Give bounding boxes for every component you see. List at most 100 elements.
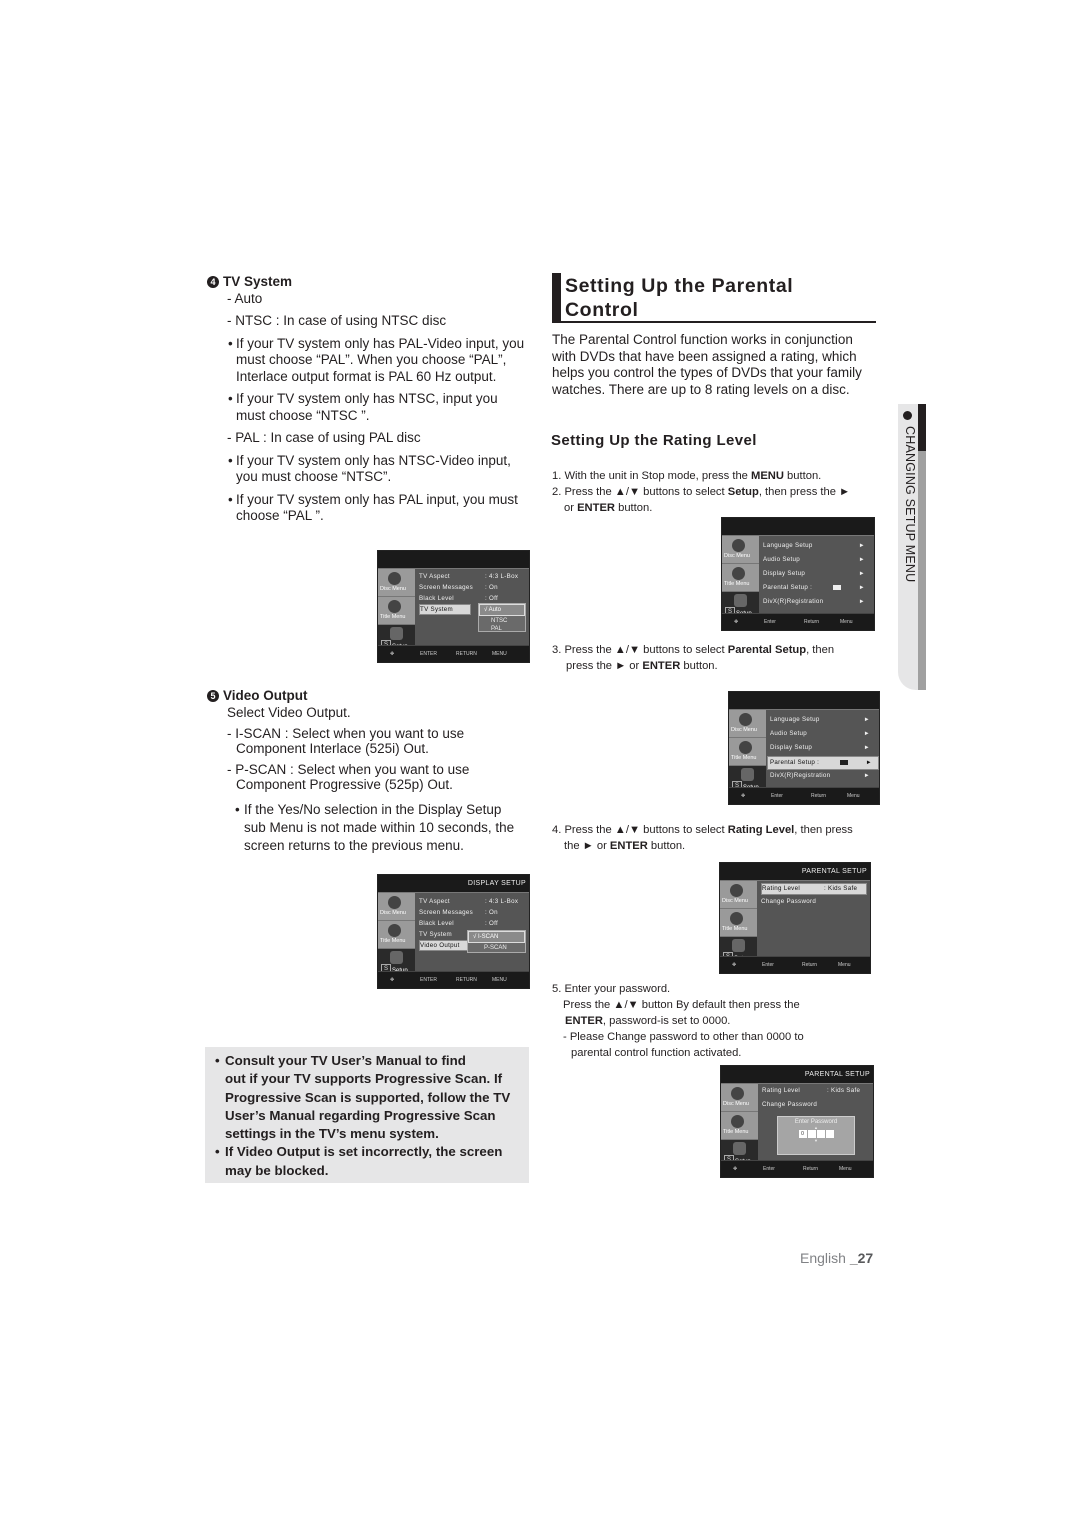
osd-title-bar xyxy=(729,692,879,710)
osd-tab-title-menu: Title Menu xyxy=(729,738,766,766)
osd-menu-item: Parental Setup : ► xyxy=(763,584,865,591)
osd-menu-item: Audio Setup ► xyxy=(763,556,865,563)
page-title: Setting Up the Parental Control xyxy=(565,275,794,321)
osd-screen-display-setup: DISPLAY SETUP Disc Menu Title Menu SSetu… xyxy=(377,874,530,989)
tv-system-heading: 4 TV System xyxy=(207,274,537,291)
osd-screen-enter-password: PARENTAL SETUP Disc Menu Title Menu SSet… xyxy=(720,1065,874,1178)
gear-icon xyxy=(390,627,403,640)
osd-menu-item: Audio Setup ► xyxy=(770,730,870,737)
note-item: • Consult your TV User’s Manual to find … xyxy=(215,1053,511,1142)
dpad-icon: ✥ xyxy=(732,962,737,968)
gear-icon xyxy=(390,951,403,964)
dpad-icon: ✥ xyxy=(734,619,739,625)
osd-tab-title-menu: Title Menu xyxy=(378,921,415,949)
osd-screen-parental-setup: PARENTAL SETUP Disc Menu Title Menu SSet… xyxy=(719,862,871,974)
down-arrow-icon: ▼ xyxy=(814,1138,818,1143)
osd-tab-title-menu: Title Menu xyxy=(721,1112,758,1140)
osd-row-selected: Video Output xyxy=(419,940,471,951)
dpad-icon: ✥ xyxy=(733,1166,738,1172)
chapter-label: CHANGING SETUP MENU xyxy=(903,426,917,583)
step-4: 4. Press the ▲/▼ buttons to select Ratin… xyxy=(552,824,853,852)
bullet-item: • If your TV system only has NTSC, input… xyxy=(228,391,498,423)
osd-tab-title-menu: Title Menu xyxy=(378,597,415,625)
step-3: 3. Press the ▲/▼ buttons to select Paren… xyxy=(552,644,835,672)
osd-menu-item: DivX(R)Registration ► xyxy=(770,772,870,779)
osd-row: Rating Level: Kids Safe xyxy=(762,1087,861,1094)
osd-sidebar: Disc Menu Title Menu SSetup xyxy=(721,1084,758,1170)
osd-title-bar: DISPLAY SETUP xyxy=(378,875,529,893)
option-auto: - Auto xyxy=(227,290,263,306)
osd-menu-item: Language Setup ► xyxy=(770,716,870,723)
osd-title-bar xyxy=(378,551,529,569)
osd-sidebar: Disc Menu Title Menu SSetup xyxy=(378,893,415,979)
lock-icon xyxy=(833,585,841,590)
bullet-item: • If your TV system only has PAL input, … xyxy=(228,491,518,524)
dpad-icon: ✥ xyxy=(390,651,395,657)
osd-screen-tv-system: Disc Menu Title Menu SSetup TV Aspect: 4… xyxy=(377,550,530,663)
password-dialog: Enter Password ▲ 0 ▼ xyxy=(777,1116,855,1155)
osd-tab-disc-menu: Disc Menu xyxy=(378,893,415,921)
bullet-item: • If your TV system only has NTSC-Video … xyxy=(228,452,511,485)
osd-options-popup: √ Auto NTSC PAL xyxy=(478,603,526,632)
osd-title-bar: PARENTAL SETUP xyxy=(721,1066,873,1084)
note-box: • Consult your TV User’s Manual to find … xyxy=(205,1047,529,1183)
disc-icon xyxy=(388,924,401,937)
step-5: 5. Enter your password. Press the ▲/▼ bu… xyxy=(552,983,804,1059)
title-underline xyxy=(552,321,876,323)
osd-tab-disc-menu: Disc Menu xyxy=(722,536,759,564)
dpad-icon: ✥ xyxy=(741,793,746,799)
osd-tab-title-menu: Title Menu xyxy=(722,564,759,592)
disc-icon xyxy=(388,572,401,585)
osd-tab-disc-menu: Disc Menu xyxy=(378,569,415,597)
dpad-icon: ✥ xyxy=(390,977,395,983)
video-output-heading: 5 Video Output xyxy=(207,688,537,705)
intro-paragraph: The Parental Control function works in c… xyxy=(552,332,862,397)
chapter-side-tab: CHANGING SETUP MENU xyxy=(898,404,926,690)
video-output-section: 5 Video Output Select Video Output. - I-S… xyxy=(207,688,537,855)
osd-options-popup: √ I-SCAN P-SCAN xyxy=(467,930,526,953)
step-2: 2. Press the ▲/▼ buttons to select Setup… xyxy=(552,486,851,514)
disc-icon xyxy=(388,896,401,909)
osd-screen-parental-selected: Disc Menu Title Menu SSetup Language Set… xyxy=(728,691,880,805)
gear-icon xyxy=(741,768,754,781)
osd-title-bar: PARENTAL SETUP xyxy=(720,863,870,881)
osd-menu-item: Language Setup ► xyxy=(763,542,865,549)
osd-main: Rating Level: Kids Safe Change Password xyxy=(758,881,870,956)
osd-main: Language Setup ► Audio Setup ► Display Set… xyxy=(767,710,879,787)
osd-tab-title-menu: Title Menu xyxy=(720,909,757,937)
osd-sidebar: Disc Menu Title Menu SSetup xyxy=(729,710,766,796)
step-number-icon: 5 xyxy=(207,690,219,702)
osd-footer: ✥ ENTER RETURN MENU xyxy=(378,971,529,988)
osd-row: Change Password xyxy=(762,1101,818,1108)
osd-row: Change Password xyxy=(761,898,817,905)
page-footer: English _27 xyxy=(800,1250,874,1266)
page-number: _27 xyxy=(849,1250,874,1266)
osd-tab-disc-menu: Disc Menu xyxy=(721,1084,758,1112)
gear-icon xyxy=(733,1142,746,1155)
osd-footer: ✥ Enter Return Menu xyxy=(720,956,870,973)
option-pal: - PAL : In case of using PAL disc xyxy=(227,430,421,445)
option-ntsc: - NTSC : In case of using NTSC disc xyxy=(227,313,447,328)
osd-menu-item: DivX(R)Registration ► xyxy=(763,598,865,605)
lock-icon xyxy=(840,760,848,765)
step-number-icon: 4 xyxy=(207,276,219,288)
osd-row-selected: Rating Level: Kids Safe xyxy=(761,883,867,895)
osd-main: TV Aspect: 4:3 L-Box Screen Messages: On… xyxy=(416,569,529,645)
section-title-bar xyxy=(552,273,561,323)
osd-footer: ✥ Enter Return Menu xyxy=(721,1160,873,1177)
gear-icon xyxy=(734,594,747,607)
gear-icon xyxy=(732,939,745,952)
disc-icon xyxy=(388,600,401,613)
bullet-item: • If your TV system only has PAL-Video i… xyxy=(228,335,525,384)
osd-title-bar xyxy=(722,518,874,536)
osd-main: TV Aspect: 4:3 L-Box Screen Messages: On… xyxy=(416,893,529,971)
osd-sidebar: Disc Menu Title Menu SSetup xyxy=(722,536,759,622)
osd-menu-item: Display Setup ► xyxy=(770,744,870,751)
subheading-rating-level: Setting Up the Rating Level xyxy=(551,432,757,449)
password-digits[interactable]: 0 xyxy=(778,1130,854,1138)
osd-screen-setup-menu: Disc Menu Title Menu SSetup Language Set… xyxy=(721,517,875,631)
step-1: 1. With the unit in Stop mode, press the… xyxy=(552,470,822,482)
osd-sidebar: Disc Menu Title Menu SSetup xyxy=(720,881,757,967)
osd-footer: ✥ Enter Return Menu xyxy=(729,787,879,804)
tv-system-section: 4 TV System - Auto - NTSC : In case of us… xyxy=(207,274,537,525)
